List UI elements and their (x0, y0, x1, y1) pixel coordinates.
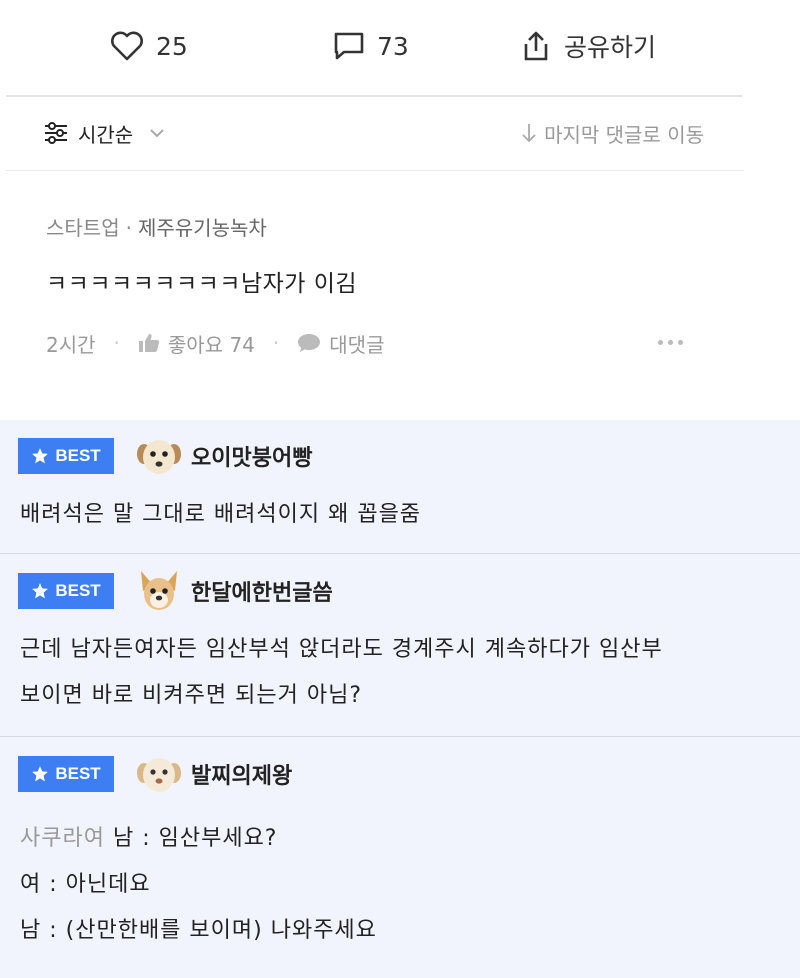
reply-label: 대댓글 (329, 332, 385, 357)
best-badge-label: BEST (55, 581, 101, 600)
author-company[interactable]: 제주유기농녹차 (138, 216, 267, 240)
best-badge: BEST (18, 573, 114, 609)
star-icon (32, 583, 49, 599)
best-comment-text: 근데 남자든여자든 임산부석 앉더라도 경계주시 계속하다가 임산부 보이면 바… (20, 627, 663, 719)
best-badge-label: BEST (55, 764, 101, 783)
sort-dropdown[interactable]: 시간순 (44, 118, 165, 148)
footer-separator: · (113, 331, 120, 355)
star-icon (32, 448, 49, 464)
best-comment-text: 사쿠라여 남 : 임산부세요? 여 : 아닌데요 남 : (산만한배를 보이며)… (20, 816, 377, 954)
best-author-nickname[interactable]: 발찌의제왕 (191, 756, 292, 792)
like-count: 25 (156, 31, 188, 61)
best-badge: BEST (18, 438, 114, 474)
best-badge: BEST (18, 756, 114, 792)
more-dots-icon (668, 339, 673, 345)
reply-button[interactable]: 대댓글 (297, 329, 384, 358)
divider (6, 95, 742, 97)
more-options-button[interactable] (658, 332, 692, 352)
best-author-nickname[interactable]: 한달에한번글씀 (191, 573, 333, 609)
sort-filter-icon (45, 122, 67, 144)
comment-line-text: 남 : 임산부세요? (112, 826, 278, 851)
best-comment: BEST 발찌의제왕 사쿠라여 남 : 임산부세요? 여 : 아닌데요 남 : … (0, 738, 800, 978)
comment-muted-prefix: 사쿠라여 (20, 826, 105, 851)
divider (6, 170, 744, 171)
comment-like-label: 좋아요 74 (167, 332, 255, 357)
best-author-nickname[interactable]: 오이맛붕어빵 (191, 438, 312, 474)
footer-separator: · (272, 331, 280, 355)
comment-icon (334, 32, 364, 60)
chevron-down-icon (150, 129, 164, 138)
best-comment-text: 배려석은 말 그대로 배려석이지 왜 꼽을줌 (20, 492, 421, 538)
comment-time: 2시간 (46, 332, 96, 357)
avatar-dog-icon[interactable] (135, 752, 183, 796)
comment-line: 근데 남자든여자든 임산부석 앉더라도 경계주시 계속하다가 임산부 (20, 637, 663, 662)
comment-item: 스타트업 · 제주유기농녹차 ㅋㅋㅋㅋㅋㅋㅋㅋㅋ남자가 이김 2시간 · 좋아요 7… (0, 172, 744, 420)
avatar-dog-icon[interactable] (135, 569, 183, 613)
like-button[interactable]: 25 (110, 26, 188, 66)
author-category: 스타트업 (46, 216, 120, 240)
comment-sort-bar: 시간순 마지막 댓글로 이동 (0, 98, 744, 170)
avatar-dog-icon[interactable] (135, 434, 183, 478)
best-comments-section: BEST 오이맛붕어빵 배려석은 말 그대로 배려석이지 왜 꼽을줌 BEST (0, 420, 800, 978)
comment-line: 보이면 바로 비켜주면 되는거 아님? (20, 683, 363, 708)
share-button[interactable]: 공유하기 (520, 26, 656, 66)
comment-count-button[interactable]: 73 (333, 26, 409, 66)
comment-line: 사쿠라여 남 : 임산부세요? (20, 816, 377, 862)
comment-footer: 2시간 · 좋아요 74 · 대댓글 (46, 328, 696, 358)
best-comment: BEST 오이맛붕어빵 배려석은 말 그대로 배려석이지 왜 꼽을줌 (0, 420, 800, 554)
comment-line: 여 : 아닌데요 (20, 872, 151, 897)
more-dots-icon (678, 339, 683, 345)
comment-line: 남 : (산만한배를 보이며) 나와주세요 (20, 918, 377, 943)
comment-line: 배려석은 말 그대로 배려석이지 왜 꼽을줌 (20, 502, 422, 527)
share-label: 공유하기 (564, 33, 657, 62)
go-to-last-comment-button[interactable]: 마지막 댓글로 이동 (522, 118, 704, 148)
star-icon (32, 766, 49, 782)
heart-icon (111, 31, 143, 61)
best-comment: BEST 한달에한번글씀 근데 남자든여자든 임산부석 앉더라도 경계주시 계속… (0, 555, 800, 737)
thumb-up-icon (138, 334, 160, 352)
arrow-down-icon (522, 124, 536, 143)
comment-text: ㅋㅋㅋㅋㅋㅋㅋㅋㅋ남자가 이김 (46, 271, 358, 297)
sort-label: 시간순 (78, 122, 134, 147)
last-comment-label: 마지막 댓글로 이동 (544, 122, 704, 147)
meta-separator: · (125, 216, 132, 240)
share-icon (524, 31, 548, 61)
comment-like-button[interactable]: 좋아요 74 (138, 329, 255, 358)
comment-count: 73 (377, 31, 409, 61)
comment-author-meta: 스타트업 · 제주유기농녹차 (46, 212, 267, 241)
best-badge-label: BEST (55, 446, 101, 465)
reply-bubble-icon (298, 334, 321, 352)
more-dots-icon (658, 339, 663, 345)
post-action-bar: 25 73 공유하기 (0, 0, 744, 96)
